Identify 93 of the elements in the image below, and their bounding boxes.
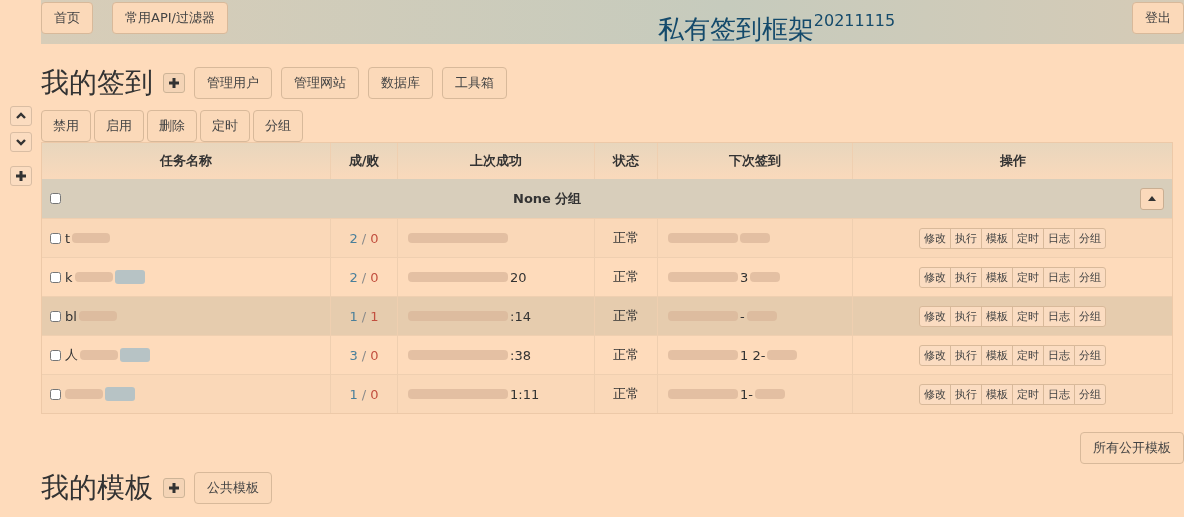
next-sign-time: - — [740, 308, 745, 324]
row-action-button[interactable]: 日志 — [1042, 305, 1075, 327]
batch-button[interactable]: 分组 — [253, 110, 303, 142]
row-action-button[interactable]: 定时 — [1011, 305, 1044, 327]
add-button[interactable] — [163, 478, 185, 498]
task-name: 人 — [65, 346, 78, 364]
move-up-button[interactable] — [9, 106, 32, 126]
add-button[interactable] — [163, 73, 185, 93]
row-action-button[interactable]: 修改 — [918, 227, 951, 249]
row-action-button[interactable]: 分组 — [1073, 383, 1106, 405]
app-title: 私有签到框架$^{20211115}$ — [657, 10, 896, 46]
next-sign-time: 3 — [740, 269, 749, 285]
task-name: k — [65, 269, 73, 285]
batch-button[interactable]: 删除 — [147, 110, 197, 142]
last-success-time: :38 — [510, 347, 531, 363]
logout-button[interactable]: 登出 — [1132, 2, 1184, 34]
add-button[interactable] — [9, 166, 32, 186]
row-action-button[interactable]: 修改 — [918, 344, 951, 366]
next-sign-time: 1- — [740, 386, 753, 402]
row-action-button[interactable]: 定时 — [1011, 227, 1044, 249]
redacted-mark — [668, 389, 738, 399]
batch-button[interactable]: 禁用 — [41, 110, 91, 142]
row-checkbox[interactable] — [50, 271, 61, 283]
task-name: bl — [65, 308, 77, 324]
row-action-button[interactable]: 分组 — [1073, 266, 1106, 288]
redacted-mark — [72, 233, 111, 243]
redacted-mark — [767, 350, 798, 360]
row-action-button[interactable]: 执行 — [949, 383, 982, 405]
row-action-button[interactable]: 模板 — [980, 305, 1013, 327]
row-action-button[interactable]: 执行 — [949, 266, 982, 288]
row-action-button[interactable]: 日志 — [1042, 227, 1075, 249]
row-action-button[interactable]: 定时 — [1011, 344, 1044, 366]
triangle-icon — [1148, 196, 1156, 201]
task-name: t — [65, 230, 71, 246]
row-action-button[interactable]: 分组 — [1073, 305, 1106, 327]
redacted-mark — [754, 389, 785, 399]
toolbar-button[interactable]: 管理网站 — [281, 67, 359, 99]
toolbar-button[interactable]: 工具箱 — [442, 67, 507, 99]
batch-button[interactable]: 启用 — [94, 110, 144, 142]
row-action-button[interactable]: 修改 — [918, 383, 951, 405]
row-action-button[interactable]: 修改 — [918, 266, 951, 288]
row-checkbox[interactable] — [50, 388, 61, 400]
nav-button[interactable]: 首页 — [41, 2, 93, 34]
row-action-button[interactable]: 执行 — [949, 305, 982, 327]
column-header: 操作 — [998, 152, 1027, 170]
redacted-mark — [740, 233, 770, 243]
redacted-mark — [65, 389, 103, 399]
row-action-button[interactable]: 定时 — [1011, 383, 1044, 405]
plus-icon — [15, 171, 26, 181]
success-fail-count: 1 / 0 — [331, 375, 398, 413]
section-heading: 我的模板 — [41, 470, 153, 506]
redacted-mark — [668, 233, 738, 243]
group-label: None 分组 — [513, 189, 583, 208]
status-text: 正常 — [595, 375, 658, 413]
row-action-button[interactable]: 模板 — [980, 266, 1013, 288]
last-success-time: :14 — [510, 308, 531, 324]
next-sign-time: 1 2- — [740, 347, 766, 363]
row-action-button[interactable]: 日志 — [1042, 266, 1075, 288]
collapse-button[interactable] — [1140, 187, 1164, 210]
row-action-button[interactable]: 定时 — [1011, 266, 1044, 288]
last-success-time: 20 — [510, 269, 527, 285]
group-checkbox[interactable] — [50, 193, 61, 204]
redacted-mark — [668, 272, 738, 282]
row-action-button[interactable]: 执行 — [949, 344, 982, 366]
plus-icon — [169, 483, 179, 493]
section-heading: 我的签到 — [41, 65, 153, 101]
row-action-button[interactable]: 模板 — [980, 383, 1013, 405]
row-action-button[interactable]: 执行 — [949, 227, 982, 249]
redacted-mark — [750, 272, 781, 282]
redacted-mark — [80, 350, 118, 360]
last-success-time: 1:11 — [510, 386, 540, 402]
row-action-button[interactable]: 分组 — [1073, 227, 1106, 249]
row-checkbox[interactable] — [50, 232, 61, 244]
row-action-button[interactable]: 分组 — [1073, 344, 1106, 366]
chevron-up-icon — [15, 112, 26, 120]
redacted-mark — [74, 272, 113, 282]
toolbar-button[interactable]: 公共模板 — [194, 472, 272, 504]
row-checkbox[interactable] — [50, 349, 61, 361]
row-action-button[interactable]: 修改 — [918, 305, 951, 327]
row-checkbox[interactable] — [50, 310, 61, 322]
row-action-button[interactable]: 模板 — [980, 344, 1013, 366]
chevron-down-icon — [15, 138, 26, 146]
nav-button[interactable]: 常用API/过滤器 — [112, 2, 228, 34]
row-action-button[interactable]: 日志 — [1042, 344, 1075, 366]
batch-button[interactable]: 定时 — [200, 110, 250, 142]
row-action-button[interactable]: 模板 — [980, 227, 1013, 249]
toolbar-button[interactable]: 管理用户 — [194, 67, 272, 99]
move-down-button[interactable] — [9, 132, 32, 152]
public-templates-button[interactable]: 所有公开模板 — [1080, 432, 1184, 464]
toolbar-button[interactable]: 数据库 — [368, 67, 433, 99]
plus-icon — [169, 78, 179, 88]
row-action-button[interactable]: 日志 — [1042, 383, 1075, 405]
redacted-mark — [668, 350, 738, 360]
